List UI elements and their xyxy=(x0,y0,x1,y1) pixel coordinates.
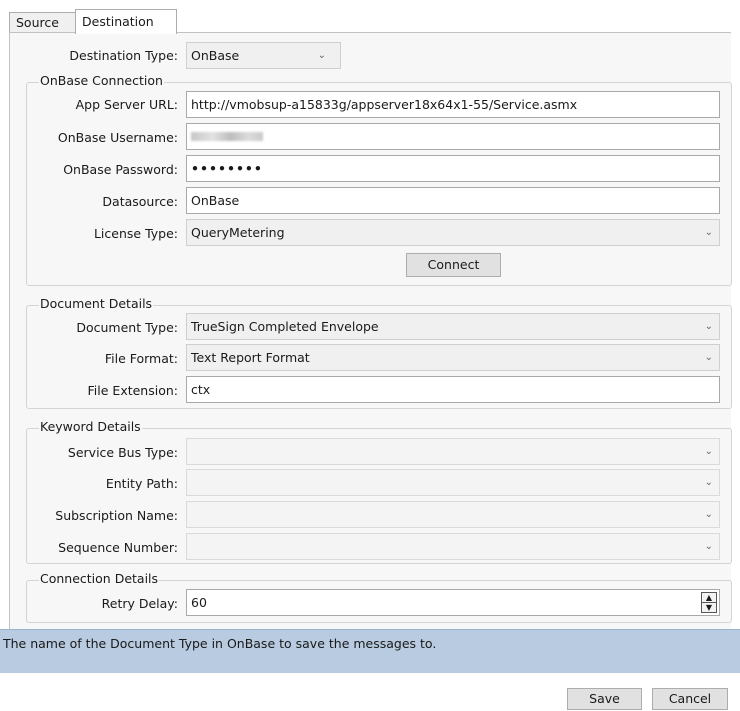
entity-path-select[interactable]: ⌄ xyxy=(186,469,720,496)
app-server-url-input[interactable]: http://vmobsup-a15833g/appserver18x64x1-… xyxy=(186,91,720,118)
file-format-select[interactable]: Text Report Format ⌄ xyxy=(186,344,720,371)
status-bar: The name of the Document Type in OnBase … xyxy=(0,629,740,673)
redacted-username xyxy=(191,132,263,141)
retry-delay-input[interactable]: 60 ▲ ▼ xyxy=(186,589,720,616)
subscription-name-select[interactable]: ⌄ xyxy=(186,501,720,528)
chevron-down-icon: ⌄ xyxy=(317,50,326,61)
chevron-down-icon: ⌄ xyxy=(704,227,713,238)
subscription-name-label: Subscription Name: xyxy=(55,508,178,523)
service-bus-type-label: Service Bus Type: xyxy=(67,445,178,460)
chevron-down-icon: ⌄ xyxy=(704,352,713,363)
destination-type-label: Destination Type: xyxy=(69,48,178,63)
connect-button[interactable]: Connect xyxy=(406,253,501,277)
file-extension-input[interactable]: ctx xyxy=(186,376,720,403)
retry-delay-label: Retry Delay: xyxy=(101,596,178,611)
onbase-password-input[interactable]: •••••••• xyxy=(186,155,720,182)
status-text: The name of the Document Type in OnBase … xyxy=(3,636,437,651)
save-button[interactable]: Save xyxy=(567,688,642,710)
chevron-down-icon: ⌄ xyxy=(704,446,713,457)
chevron-down-icon: ⌄ xyxy=(704,541,713,552)
file-extension-label: File Extension: xyxy=(87,383,178,398)
tab-destination[interactable]: Destination xyxy=(75,9,177,34)
cancel-button[interactable]: Cancel xyxy=(652,688,728,710)
app-server-url-label: App Server URL: xyxy=(75,97,178,112)
chevron-down-icon: ⌄ xyxy=(704,477,713,488)
destination-type-value: OnBase xyxy=(191,48,240,63)
file-format-label: File Format: xyxy=(104,351,178,366)
tab-bar: Source Destination xyxy=(9,9,729,34)
sequence-number-select[interactable]: ⌄ xyxy=(186,533,720,560)
spinner-arrows-icon[interactable]: ▲ ▼ xyxy=(701,592,717,613)
destination-type-select[interactable]: OnBase ⌄ xyxy=(186,42,341,69)
service-bus-type-select[interactable]: ⌄ xyxy=(186,438,720,465)
chevron-down-icon: ⌄ xyxy=(704,321,713,332)
license-type-select[interactable]: QueryMetering ⌄ xyxy=(186,219,720,246)
retry-delay-value: 60 xyxy=(191,595,207,610)
chevron-down-icon: ⌄ xyxy=(704,509,713,520)
datasource-label: Datasource: xyxy=(102,194,178,209)
onbase-username-input[interactable] xyxy=(186,123,720,150)
entity-path-label: Entity Path: xyxy=(105,476,178,491)
onbase-connection-title: OnBase Connection xyxy=(39,73,164,88)
file-format-value: Text Report Format xyxy=(191,350,310,365)
onbase-username-label: OnBase Username: xyxy=(57,130,178,145)
spin-up-icon[interactable]: ▲ xyxy=(702,593,716,602)
keyword-details-title: Keyword Details xyxy=(39,419,142,434)
license-type-value: QueryMetering xyxy=(191,225,285,240)
datasource-input[interactable]: OnBase xyxy=(186,187,720,214)
document-type-select[interactable]: TrueSign Completed Envelope ⌄ xyxy=(186,313,720,340)
document-details-title: Document Details xyxy=(39,296,154,311)
connection-details-title: Connection Details xyxy=(39,571,160,586)
document-type-label: Document Type: xyxy=(76,320,178,335)
spin-down-icon[interactable]: ▼ xyxy=(702,602,716,612)
tab-source[interactable]: Source xyxy=(9,12,76,33)
document-type-value: TrueSign Completed Envelope xyxy=(191,319,379,334)
sequence-number-label: Sequence Number: xyxy=(58,540,178,555)
onbase-password-label: OnBase Password: xyxy=(63,162,178,177)
license-type-label: License Type: xyxy=(93,226,178,241)
